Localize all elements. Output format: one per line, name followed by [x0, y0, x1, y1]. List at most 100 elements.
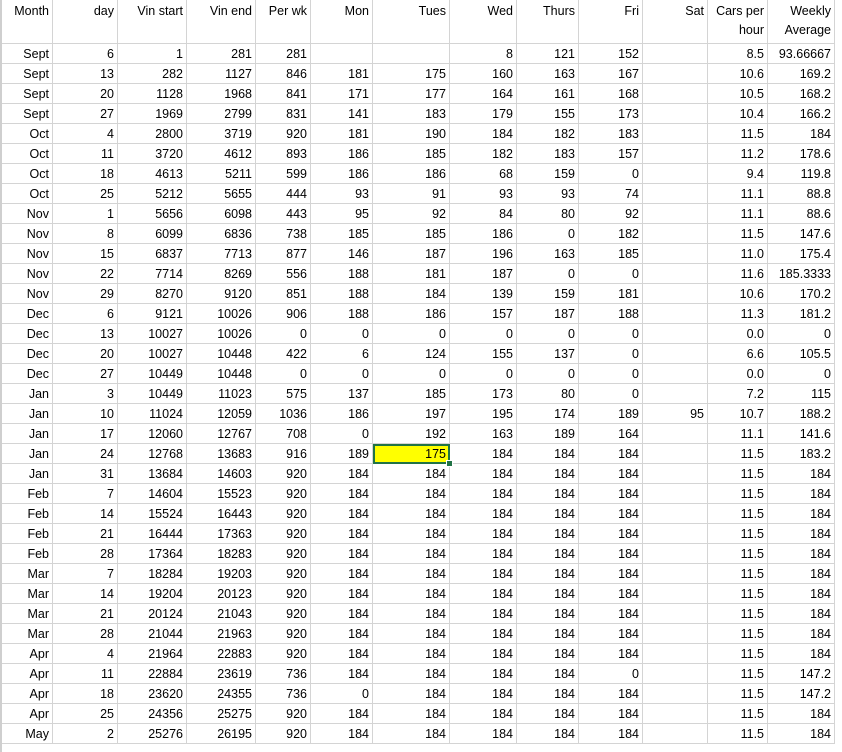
table-cell[interactable]: 184	[768, 524, 835, 544]
table-cell[interactable]: 0	[450, 364, 517, 384]
table-cell[interactable]: 3719	[187, 124, 256, 144]
table-cell[interactable]	[643, 104, 708, 124]
table-cell[interactable]: 166.2	[768, 104, 835, 124]
table-cell[interactable]: 91	[373, 184, 450, 204]
table-cell[interactable]: 184	[373, 484, 450, 504]
table-cell[interactable]: 11.1	[708, 204, 768, 224]
table-cell[interactable]: 7713	[187, 244, 256, 264]
table-cell[interactable]: 11.5	[708, 624, 768, 644]
table-cell[interactable]: 7	[53, 564, 118, 584]
table-cell[interactable]: 8.5	[708, 44, 768, 64]
table-cell[interactable]: 184	[579, 724, 643, 744]
table-cell[interactable]: 1968	[187, 84, 256, 104]
table-cell[interactable]: 186	[373, 164, 450, 184]
table-cell[interactable]: 189	[579, 404, 643, 424]
table-cell[interactable]: 159	[517, 284, 579, 304]
table-cell[interactable]: 121	[517, 44, 579, 64]
table-cell[interactable]	[311, 44, 373, 64]
table-cell[interactable]: 186	[311, 404, 373, 424]
table-cell[interactable]: 11.5	[708, 724, 768, 744]
table-cell[interactable]: 0	[517, 364, 579, 384]
table-cell[interactable]: 11.5	[708, 504, 768, 524]
table-cell[interactable]: 10448	[187, 344, 256, 364]
table-cell[interactable]: 184	[517, 564, 579, 584]
table-cell[interactable]: 22884	[118, 664, 187, 684]
table-cell[interactable]: 137	[517, 344, 579, 364]
table-cell[interactable]: 877	[256, 244, 311, 264]
table-cell[interactable]: 184	[768, 124, 835, 144]
table-cell[interactable]: 184	[768, 564, 835, 584]
table-cell[interactable]: 11.1	[708, 184, 768, 204]
table-cell[interactable]: Sept	[2, 64, 53, 84]
table-cell[interactable]: 184	[579, 604, 643, 624]
table-cell[interactable]: 4613	[118, 164, 187, 184]
table-cell[interactable]: 736	[256, 664, 311, 684]
table-cell[interactable]: 161	[517, 84, 579, 104]
table-cell[interactable]: 184	[450, 624, 517, 644]
table-cell[interactable]: 1128	[118, 84, 187, 104]
table-cell[interactable]: 115	[768, 384, 835, 404]
table-cell[interactable]: 0	[311, 684, 373, 704]
column-header-day[interactable]: day	[53, 0, 118, 44]
table-cell[interactable]: Nov	[2, 284, 53, 304]
table-cell[interactable]: Jan	[2, 384, 53, 404]
table-cell[interactable]	[643, 684, 708, 704]
table-cell[interactable]	[643, 144, 708, 164]
table-cell[interactable]: 0	[517, 324, 579, 344]
table-cell[interactable]: 11	[53, 664, 118, 684]
table-cell[interactable]: Jan	[2, 464, 53, 484]
table-cell[interactable]: 11.2	[708, 144, 768, 164]
table-cell[interactable]: 24	[53, 444, 118, 464]
table-cell[interactable]: Feb	[2, 504, 53, 524]
table-cell[interactable]: 16443	[187, 504, 256, 524]
table-cell[interactable]: 184	[450, 724, 517, 744]
table-cell[interactable]: 11024	[118, 404, 187, 424]
table-cell[interactable]	[643, 64, 708, 84]
table-cell[interactable]: 157	[450, 304, 517, 324]
table-cell[interactable]: Oct	[2, 164, 53, 184]
table-cell[interactable]: 181	[579, 284, 643, 304]
table-cell[interactable]	[643, 704, 708, 724]
table-cell[interactable]: 0	[373, 364, 450, 384]
table-cell[interactable]: 184	[579, 524, 643, 544]
table-cell[interactable]: 185	[311, 224, 373, 244]
table-cell[interactable]: 18	[53, 164, 118, 184]
table-cell[interactable]	[643, 624, 708, 644]
table-cell[interactable]: 21	[53, 524, 118, 544]
table-cell[interactable]: 10.6	[708, 284, 768, 304]
table-cell[interactable]: Apr	[2, 664, 53, 684]
table-cell[interactable]: 9120	[187, 284, 256, 304]
table-cell[interactable]: 173	[450, 384, 517, 404]
table-cell[interactable]: Dec	[2, 364, 53, 384]
table-cell[interactable]: Feb	[2, 524, 53, 544]
table-cell[interactable]: Jan	[2, 404, 53, 424]
table-cell[interactable]: 15524	[118, 504, 187, 524]
table-cell[interactable]: 186	[373, 304, 450, 324]
table-cell[interactable]: 95	[311, 204, 373, 224]
table-cell[interactable]: 8	[450, 44, 517, 64]
table-cell[interactable]: 184	[450, 584, 517, 604]
table-cell[interactable]: 184	[450, 484, 517, 504]
table-cell[interactable]: 184	[311, 624, 373, 644]
table-cell[interactable]: 184	[373, 464, 450, 484]
table-cell[interactable]: 188	[311, 284, 373, 304]
table-cell[interactable]: 708	[256, 424, 311, 444]
table-cell[interactable]: 9.4	[708, 164, 768, 184]
column-header-tues[interactable]: Tues	[373, 0, 450, 44]
table-cell[interactable]: 4	[53, 644, 118, 664]
table-cell[interactable]: 183	[579, 124, 643, 144]
table-cell[interactable]	[643, 424, 708, 444]
table-cell[interactable]: 0	[450, 324, 517, 344]
table-cell[interactable]	[643, 544, 708, 564]
column-header-fri[interactable]: Fri	[579, 0, 643, 44]
table-cell[interactable]: 2800	[118, 124, 187, 144]
table-cell[interactable]: 184	[373, 664, 450, 684]
table-cell[interactable]: 20	[53, 84, 118, 104]
table-cell[interactable]: 184	[373, 284, 450, 304]
table-cell[interactable]	[643, 484, 708, 504]
table-cell[interactable]: 5655	[187, 184, 256, 204]
table-cell[interactable]: 599	[256, 164, 311, 184]
table-cell[interactable]: 187	[450, 264, 517, 284]
table-cell[interactable]: Jan	[2, 444, 53, 464]
table-cell[interactable]: 0	[579, 324, 643, 344]
